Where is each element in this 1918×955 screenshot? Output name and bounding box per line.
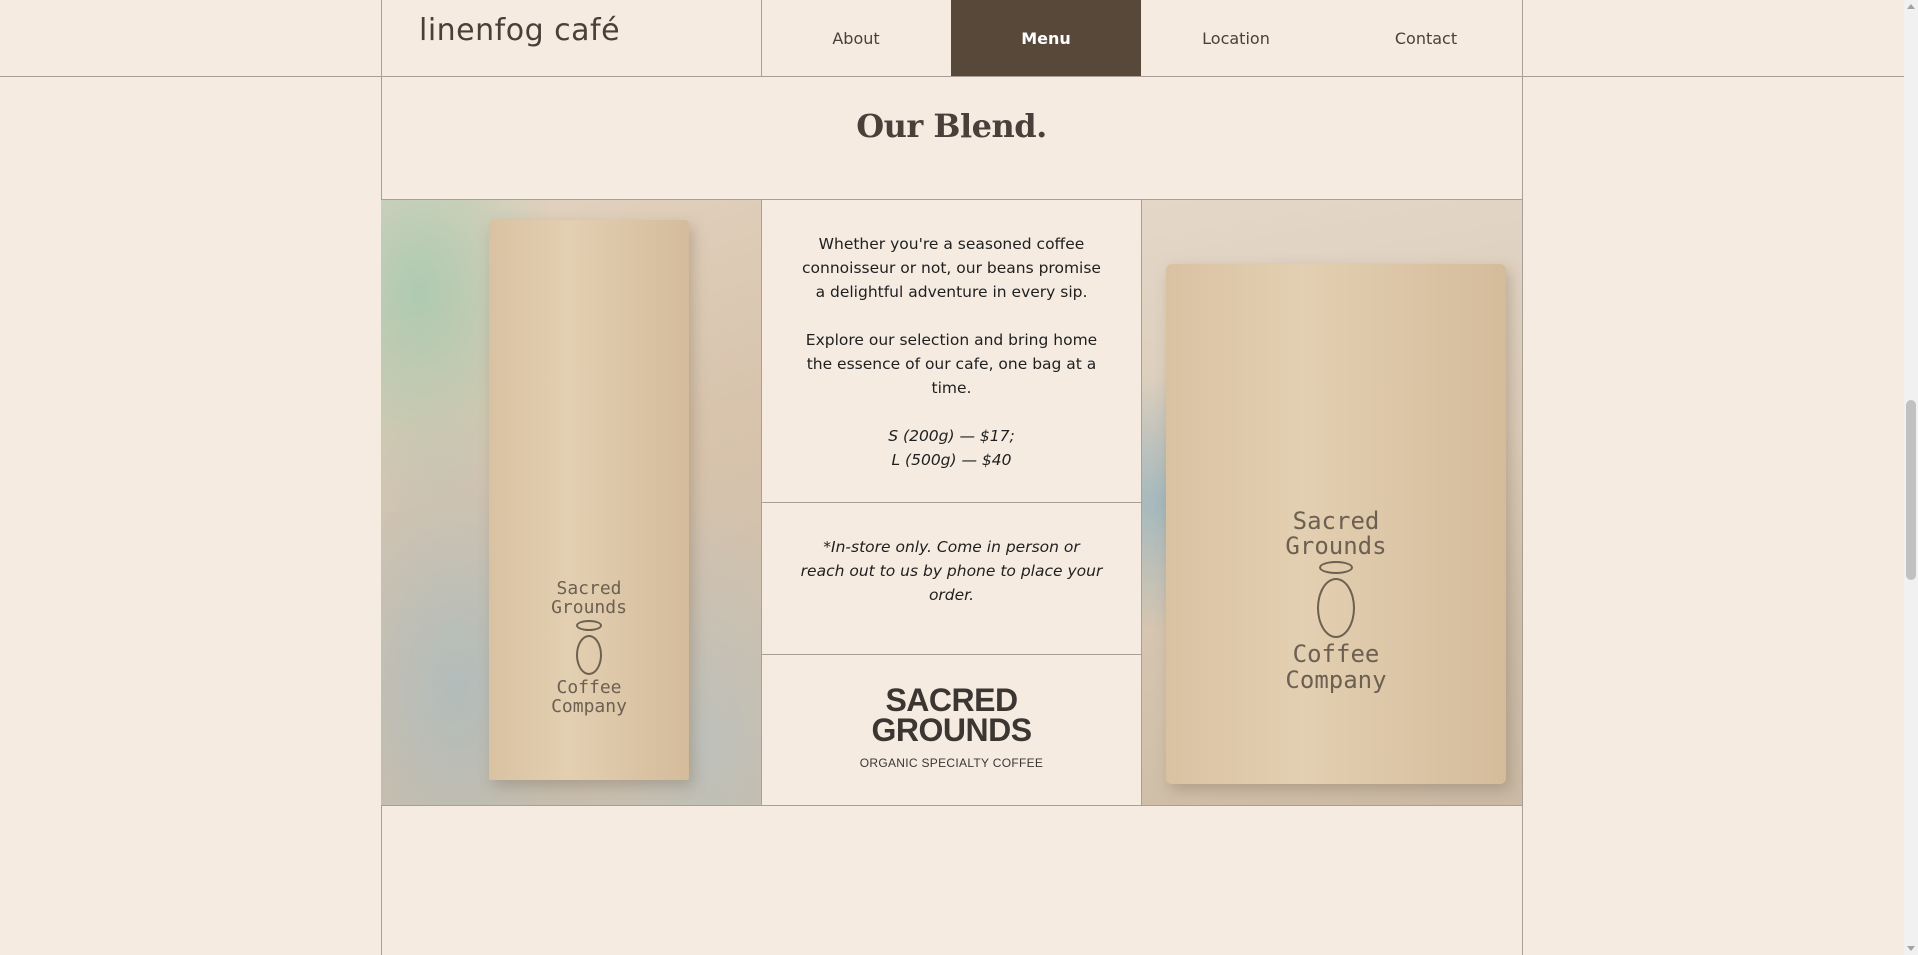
bag-stamp: Sacred Grounds Coffee Company xyxy=(1166,507,1506,694)
page: linenfog café About Menu Location Contac… xyxy=(0,0,1918,955)
section-title: Our Blend. xyxy=(856,107,1047,145)
description-paragraph: Explore our selection and bring home the… xyxy=(805,331,1098,397)
nav-item-menu[interactable]: Menu xyxy=(951,0,1141,76)
coffee-bean-icon xyxy=(1317,578,1355,639)
scrollbar-thumb[interactable] xyxy=(1906,400,1916,580)
site-header: linenfog café About Menu Location Contac… xyxy=(0,0,1904,77)
coffee-bag-photo-tall: Sacred Grounds Coffee Company xyxy=(381,200,761,805)
column-rule-right xyxy=(1522,0,1523,955)
page-scrollbar[interactable] xyxy=(1904,0,1918,955)
logo-line: SACRED xyxy=(885,682,1018,718)
bag-stamp-line: Company xyxy=(1285,665,1387,694)
nav-item-about[interactable]: About xyxy=(761,0,951,76)
blend-info-column: Whether you're a seasoned coffee connois… xyxy=(761,200,1142,805)
halo-icon xyxy=(576,619,602,631)
coffee-bag-pouch: Sacred Grounds Coffee Company xyxy=(1166,264,1506,784)
nav-item-contact[interactable]: Contact xyxy=(1331,0,1521,76)
price-list: S (200g) — $17; L (500g) — $40 xyxy=(800,424,1103,472)
scroll-down-icon[interactable] xyxy=(1907,946,1915,951)
bag-stamp-line: Company xyxy=(551,695,627,717)
main-nav: About Menu Location Contact xyxy=(761,0,1521,76)
bag-stamp-line: Coffee xyxy=(556,676,622,698)
bag-stamp-line: Grounds xyxy=(1285,532,1387,561)
blend-description: Whether you're a seasoned coffee connois… xyxy=(762,200,1141,503)
logo-tagline: ORGANIC SPECIALTY COFFEE xyxy=(859,756,1044,770)
header-divider xyxy=(761,0,762,76)
nav-item-location[interactable]: Location xyxy=(1141,0,1331,76)
price-large: L (500g) — $40 xyxy=(891,451,1012,469)
coffee-bag-photo-pouch: Sacred Grounds Coffee Company xyxy=(1142,200,1522,805)
bag-stamp-line: Grounds xyxy=(551,596,627,618)
blend-grid: Sacred Grounds Coffee Company Whether yo… xyxy=(381,199,1522,806)
bag-stamp-line: Coffee xyxy=(1292,640,1380,669)
logo-line: GROUNDS xyxy=(871,712,1032,748)
scroll-up-icon[interactable] xyxy=(1907,4,1915,9)
coffee-bag-tall: Sacred Grounds Coffee Company xyxy=(489,220,689,780)
brand-logo[interactable]: linenfog café xyxy=(419,13,620,48)
price-small: S (200g) — $17; xyxy=(888,427,1015,445)
order-note: *In-store only. Come in person or reach … xyxy=(762,503,1141,655)
description-paragraph: Whether you're a seasoned coffee connois… xyxy=(802,235,1101,301)
sacred-grounds-logo: SACRED GROUNDS ORGANIC SPECIALTY COFFEE xyxy=(762,655,1141,805)
coffee-bean-icon xyxy=(576,634,602,675)
bag-stamp: Sacred Grounds Coffee Company xyxy=(489,579,689,717)
halo-icon xyxy=(1319,561,1353,575)
bag-stamp-line: Sacred xyxy=(1292,507,1380,535)
